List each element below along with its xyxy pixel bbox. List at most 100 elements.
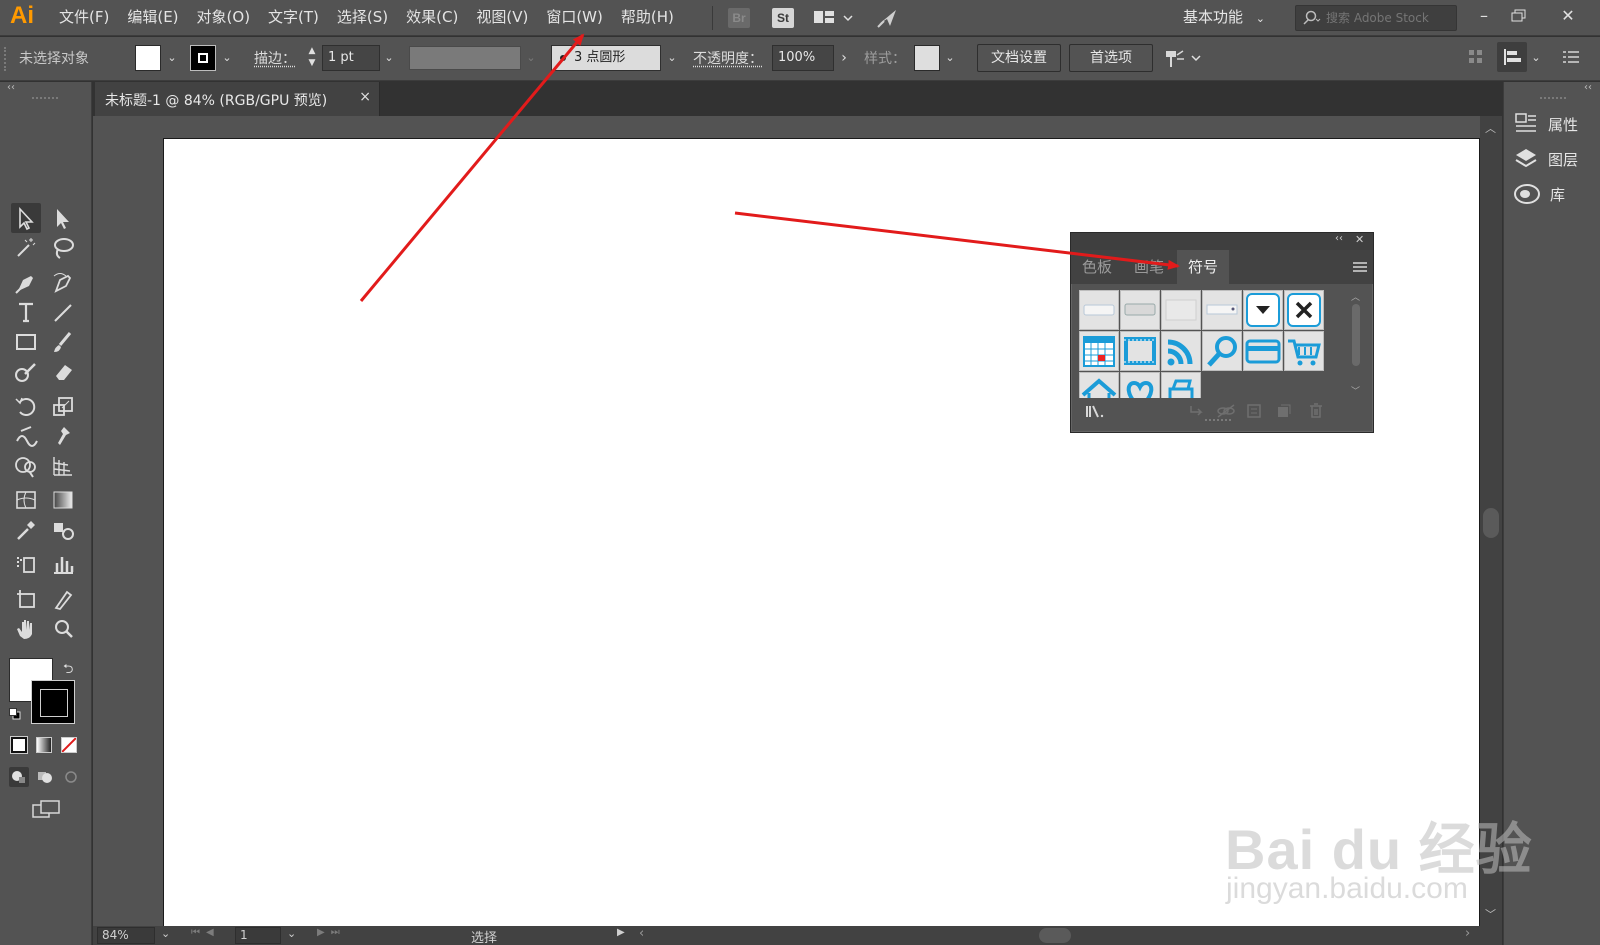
variable-width-profile[interactable] bbox=[409, 46, 521, 70]
stroke-weight-dropdown[interactable]: ⌄ bbox=[380, 45, 398, 71]
lasso-tool-icon[interactable] bbox=[48, 233, 78, 263]
delete-symbol-icon[interactable] bbox=[1309, 403, 1323, 418]
minimize-button[interactable]: – bbox=[1468, 2, 1500, 32]
restore-button[interactable] bbox=[1503, 2, 1535, 32]
arrange-documents-icon[interactable] bbox=[814, 9, 854, 27]
draw-inside-icon[interactable] bbox=[61, 767, 81, 787]
menu-window[interactable]: 窗口(W) bbox=[537, 0, 612, 36]
draw-behind-icon[interactable] bbox=[35, 767, 55, 787]
panel-header[interactable]: ‹‹ ✕ bbox=[1071, 233, 1373, 250]
symbol-calendar[interactable] bbox=[1079, 331, 1119, 371]
artboard-dropdown[interactable]: ⌄ bbox=[287, 927, 296, 940]
control-grip[interactable] bbox=[4, 47, 10, 71]
symbol-web-button-4[interactable] bbox=[1202, 290, 1242, 330]
stroke-dropdown[interactable]: ⌄ bbox=[218, 45, 236, 71]
first-prev-artboard-icons[interactable]: ⏮◀ bbox=[191, 927, 220, 938]
shape-builder-tool-icon[interactable] bbox=[11, 451, 41, 481]
slice-tool-icon[interactable] bbox=[48, 584, 78, 614]
line-tool-icon[interactable] bbox=[48, 297, 78, 327]
status-menu-arrow-icon[interactable]: ▶ bbox=[617, 927, 625, 938]
fill-dropdown[interactable]: ⌄ bbox=[163, 45, 181, 71]
brush-dropdown[interactable]: ⌄ bbox=[663, 45, 681, 71]
menu-select[interactable]: 选择(S) bbox=[328, 0, 397, 36]
close-panel-icon[interactable]: ✕ bbox=[1355, 233, 1364, 246]
align-panel-icon[interactable] bbox=[1497, 42, 1527, 72]
workspace-switcher[interactable]: 基本功能 ⌄ bbox=[1183, 6, 1265, 27]
direct-selection-tool-icon[interactable] bbox=[48, 203, 78, 233]
stroke-weight-input[interactable]: 1 pt bbox=[322, 45, 380, 71]
preferences-button[interactable]: 首选项 bbox=[1069, 44, 1153, 72]
zoom-dropdown[interactable]: ⌄ bbox=[161, 927, 170, 940]
pen-tool-icon[interactable] bbox=[11, 267, 41, 297]
panel-options-icon[interactable] bbox=[1353, 261, 1367, 273]
menu-view[interactable]: 视图(V) bbox=[467, 0, 537, 36]
shaper-tool-icon[interactable] bbox=[11, 357, 41, 387]
eyedropper-tool-icon[interactable] bbox=[11, 515, 41, 545]
type-tool-icon[interactable] bbox=[11, 297, 41, 327]
color-mode-icon[interactable] bbox=[11, 737, 27, 753]
rectangle-tool-icon[interactable] bbox=[11, 327, 41, 357]
artboard-number-input[interactable]: 1 bbox=[235, 927, 281, 944]
symbol-heart[interactable] bbox=[1120, 372, 1160, 398]
symbol-printer[interactable] bbox=[1161, 372, 1201, 398]
stock-icon[interactable]: St bbox=[772, 8, 794, 28]
symbol-libraries-menu-icon[interactable] bbox=[1085, 404, 1105, 418]
curvature-tool-icon[interactable] bbox=[48, 267, 78, 297]
collapse-panel-icon[interactable]: ‹‹ bbox=[1335, 233, 1343, 244]
scroll-up-icon[interactable]: ︿ bbox=[1485, 120, 1496, 136]
menu-help[interactable]: 帮助(H) bbox=[612, 0, 683, 36]
symbols-scrollbar[interactable]: ︿ ﹀ bbox=[1348, 290, 1364, 398]
tab-symbols[interactable]: 符号 bbox=[1177, 250, 1229, 284]
blend-tool-icon[interactable] bbox=[48, 515, 78, 545]
brush-definition[interactable]: 3 点圆形 bbox=[551, 45, 661, 71]
menu-edit[interactable]: 编辑(E) bbox=[118, 0, 187, 36]
break-link-icon[interactable] bbox=[1217, 404, 1235, 418]
stroke-weight-stepper[interactable]: ▲ ▼ bbox=[305, 45, 319, 71]
none-mode-icon[interactable] bbox=[61, 737, 77, 753]
symbol-rss-feed[interactable] bbox=[1161, 331, 1201, 371]
new-symbol-icon[interactable] bbox=[1277, 404, 1291, 418]
dock-properties[interactable]: 属性 bbox=[1514, 111, 1578, 137]
collapse-toolbar-icon[interactable]: ‹‹ bbox=[7, 82, 15, 93]
fill-swatch[interactable] bbox=[135, 45, 161, 71]
stroke-swatch[interactable] bbox=[190, 45, 216, 71]
document-setup-button[interactable]: 文档设置 bbox=[977, 44, 1061, 72]
graphic-style-swatch[interactable] bbox=[914, 45, 940, 71]
panel-menu-icon[interactable] bbox=[1563, 50, 1579, 64]
zoom-level-input[interactable]: 84% bbox=[97, 927, 155, 944]
stroke-label[interactable]: 描边： bbox=[254, 48, 296, 68]
vertical-scroll-thumb[interactable] bbox=[1483, 508, 1499, 538]
dock-layers[interactable]: 图层 bbox=[1514, 146, 1578, 172]
opacity-input[interactable]: 100% bbox=[772, 45, 834, 71]
toolbar-grip[interactable] bbox=[32, 97, 58, 101]
symbol-web-button-1[interactable] bbox=[1079, 290, 1119, 330]
hand-tool-icon[interactable] bbox=[11, 614, 41, 644]
swap-colors-icon[interactable]: ⮌ bbox=[63, 660, 73, 682]
symbol-web-button-3[interactable] bbox=[1161, 290, 1201, 330]
symbol-close-x[interactable] bbox=[1284, 290, 1324, 330]
panel-resize-grip[interactable] bbox=[1205, 419, 1231, 423]
warp-tool-icon[interactable] bbox=[11, 421, 41, 451]
place-symbol-icon[interactable] bbox=[1189, 404, 1205, 418]
perspective-grid-tool-icon[interactable] bbox=[48, 451, 78, 481]
opacity-label[interactable]: 不透明度： bbox=[693, 48, 763, 68]
tab-brushes[interactable]: 画笔 bbox=[1123, 250, 1175, 284]
zoom-tool-icon[interactable] bbox=[48, 614, 78, 644]
close-window-button[interactable]: ✕ bbox=[1552, 2, 1584, 32]
tab-swatches[interactable]: 色板 bbox=[1071, 250, 1123, 284]
gradient-mode-icon[interactable] bbox=[36, 737, 52, 753]
menu-object[interactable]: 对象(O) bbox=[188, 0, 260, 36]
graphic-style-dropdown[interactable]: ⌄ bbox=[941, 45, 959, 71]
horizontal-scroll-thumb[interactable] bbox=[1039, 928, 1071, 943]
symbol-dropdown-arrow[interactable] bbox=[1243, 290, 1283, 330]
align-dropdown[interactable]: ⌄ bbox=[1527, 45, 1545, 71]
symbol-options-icon[interactable] bbox=[1247, 404, 1261, 418]
column-graph-tool-icon[interactable] bbox=[48, 549, 78, 579]
profile-dropdown[interactable]: ⌄ bbox=[522, 45, 540, 71]
stock-search-box[interactable] bbox=[1295, 5, 1457, 31]
scroll-left-icon[interactable]: ‹ bbox=[639, 926, 644, 941]
gradient-tool-icon[interactable] bbox=[48, 485, 78, 515]
symbol-shopping-cart[interactable] bbox=[1284, 331, 1324, 371]
symbol-home[interactable] bbox=[1079, 372, 1119, 398]
scroll-up-icon[interactable]: ︿ bbox=[1351, 290, 1360, 303]
